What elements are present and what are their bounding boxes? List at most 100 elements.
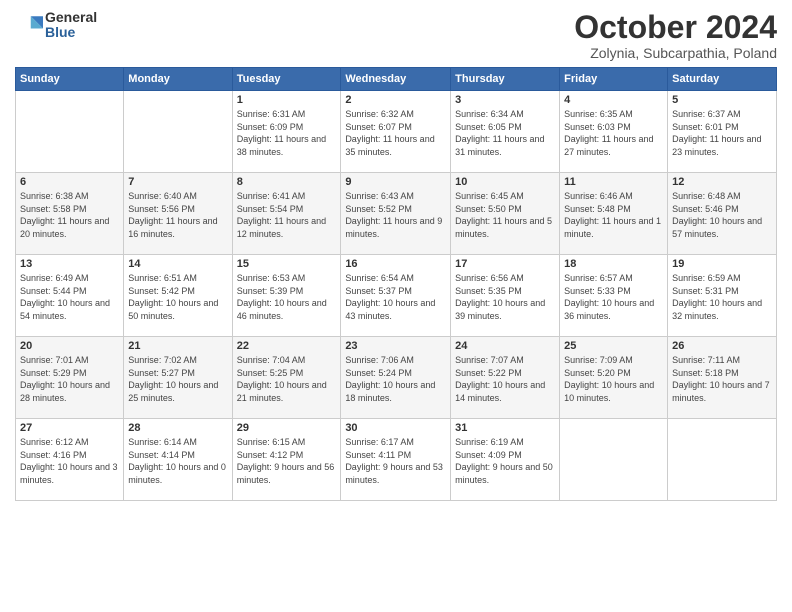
calendar-cell: 2 Sunrise: 6:32 AM Sunset: 6:07 PM Daylig… [341, 91, 451, 173]
calendar-cell: 6Sunrise: 6:38 AM Sunset: 5:58 PM Daylig… [16, 173, 124, 255]
cell-date: 9 [345, 176, 446, 188]
calendar-cell [124, 91, 232, 173]
month-title: October 2024 [574, 10, 777, 45]
header-wednesday: Wednesday [341, 68, 451, 91]
header-tuesday: Tuesday [232, 68, 341, 91]
cell-date: 27 [20, 422, 119, 434]
calendar-cell: 8 Sunrise: 6:41 AM Sunset: 5:54 PM Daylig… [232, 173, 341, 255]
cell-date: 6 [20, 176, 119, 188]
cell-info: Sunrise: 7:11 AM Sunset: 5:18 PM Dayligh… [672, 354, 772, 404]
cell-date: 12 [672, 176, 772, 188]
cell-info: Sunrise: 6:57 AM Sunset: 5:33 PM Dayligh… [564, 272, 663, 322]
cell-info: Sunrise: 7:04 AM Sunset: 5:25 PM Dayligh… [237, 354, 337, 404]
cell-date: 23 [345, 340, 446, 352]
cell-date: 16 [345, 258, 446, 270]
logo-general-text: General [45, 10, 97, 25]
calendar-cell: 30Sunrise: 6:17 AM Sunset: 4:11 PM Dayli… [341, 419, 451, 501]
cell-info: Sunrise: 6:48 AM Sunset: 5:46 PM Dayligh… [672, 190, 772, 240]
calendar-cell: 14 Sunrise: 6:51 AM Sunset: 5:42 PM Dayli… [124, 255, 232, 337]
cell-date: 8 [237, 176, 337, 188]
cell-info: Sunrise: 6:49 AM Sunset: 5:44 PM Dayligh… [20, 272, 119, 322]
calendar-week-1: 1 Sunrise: 6:31 AM Sunset: 6:09 PM Daylig… [16, 91, 777, 173]
cell-info: Sunrise: 6:45 AM Sunset: 5:50 PM Dayligh… [455, 190, 555, 240]
header-sunday: Sunday [16, 68, 124, 91]
cell-date: 4 [564, 94, 663, 106]
calendar-header-row: Sunday Monday Tuesday Wednesday Thursday… [16, 68, 777, 91]
calendar-cell: 15Sunrise: 6:53 AM Sunset: 5:39 PM Dayli… [232, 255, 341, 337]
cell-info: Sunrise: 6:56 AM Sunset: 5:35 PM Dayligh… [455, 272, 555, 322]
cell-info: Sunrise: 6:41 AM Sunset: 5:54 PM Dayligh… [237, 190, 337, 240]
calendar-cell: 13 Sunrise: 6:49 AM Sunset: 5:44 PM Dayli… [16, 255, 124, 337]
calendar-cell: 22 Sunrise: 7:04 AM Sunset: 5:25 PM Dayli… [232, 337, 341, 419]
calendar-cell: 28 Sunrise: 6:14 AM Sunset: 4:14 PM Dayli… [124, 419, 232, 501]
calendar-cell [16, 91, 124, 173]
cell-date: 24 [455, 340, 555, 352]
calendar-cell: 24Sunrise: 7:07 AM Sunset: 5:22 PM Dayli… [451, 337, 560, 419]
cell-date: 7 [128, 176, 227, 188]
cell-info: Sunrise: 6:43 AM Sunset: 5:52 PM Dayligh… [345, 190, 446, 240]
location-subtitle: Zolynia, Subcarpathia, Poland [574, 45, 777, 61]
cell-info: Sunrise: 6:32 AM Sunset: 6:07 PM Dayligh… [345, 108, 446, 158]
cell-info: Sunrise: 7:06 AM Sunset: 5:24 PM Dayligh… [345, 354, 446, 404]
calendar-cell: 29Sunrise: 6:15 AM Sunset: 4:12 PM Dayli… [232, 419, 341, 501]
calendar-cell [668, 419, 777, 501]
logo-icon [15, 11, 43, 39]
cell-date: 3 [455, 94, 555, 106]
cell-date: 19 [672, 258, 772, 270]
cell-date: 2 [345, 94, 446, 106]
calendar-cell: 27 Sunrise: 6:12 AM Sunset: 4:16 PM Dayli… [16, 419, 124, 501]
cell-date: 26 [672, 340, 772, 352]
cell-date: 31 [455, 422, 555, 434]
calendar-cell [560, 419, 668, 501]
calendar-table: Sunday Monday Tuesday Wednesday Thursday… [15, 67, 777, 501]
cell-info: Sunrise: 6:54 AM Sunset: 5:37 PM Dayligh… [345, 272, 446, 322]
cell-info: Sunrise: 7:09 AM Sunset: 5:20 PM Dayligh… [564, 354, 663, 404]
cell-date: 28 [128, 422, 227, 434]
calendar-cell: 17Sunrise: 6:56 AM Sunset: 5:35 PM Dayli… [451, 255, 560, 337]
cell-date: 13 [20, 258, 119, 270]
calendar-cell: 9 Sunrise: 6:43 AM Sunset: 5:52 PM Daylig… [341, 173, 451, 255]
cell-info: Sunrise: 7:01 AM Sunset: 5:29 PM Dayligh… [20, 354, 119, 404]
header-monday: Monday [124, 68, 232, 91]
calendar-cell: 21 Sunrise: 7:02 AM Sunset: 5:27 PM Dayli… [124, 337, 232, 419]
cell-info: Sunrise: 6:46 AM Sunset: 5:48 PM Dayligh… [564, 190, 663, 240]
cell-info: Sunrise: 6:37 AM Sunset: 6:01 PM Dayligh… [672, 108, 772, 158]
cell-date: 18 [564, 258, 663, 270]
cell-info: Sunrise: 6:14 AM Sunset: 4:14 PM Dayligh… [128, 436, 227, 486]
cell-info: Sunrise: 6:40 AM Sunset: 5:56 PM Dayligh… [128, 190, 227, 240]
cell-date: 1 [237, 94, 337, 106]
header-friday: Friday [560, 68, 668, 91]
cell-info: Sunrise: 6:12 AM Sunset: 4:16 PM Dayligh… [20, 436, 119, 486]
calendar-cell: 11Sunrise: 6:46 AM Sunset: 5:48 PM Dayli… [560, 173, 668, 255]
calendar-cell: 19 Sunrise: 6:59 AM Sunset: 5:31 PM Dayli… [668, 255, 777, 337]
cell-date: 5 [672, 94, 772, 106]
cell-date: 14 [128, 258, 227, 270]
cell-info: Sunrise: 6:51 AM Sunset: 5:42 PM Dayligh… [128, 272, 227, 322]
calendar-cell: 3 Sunrise: 6:34 AM Sunset: 6:05 PM Daylig… [451, 91, 560, 173]
cell-info: Sunrise: 6:31 AM Sunset: 6:09 PM Dayligh… [237, 108, 337, 158]
calendar-cell: 26 Sunrise: 7:11 AM Sunset: 5:18 PM Dayli… [668, 337, 777, 419]
page-header: General Blue October 2024 Zolynia, Subca… [15, 10, 777, 61]
cell-date: 25 [564, 340, 663, 352]
calendar-cell: 5 Sunrise: 6:37 AM Sunset: 6:01 PM Daylig… [668, 91, 777, 173]
calendar-cell: 1 Sunrise: 6:31 AM Sunset: 6:09 PM Daylig… [232, 91, 341, 173]
calendar-cell: 20Sunrise: 7:01 AM Sunset: 5:29 PM Dayli… [16, 337, 124, 419]
calendar-cell: 12 Sunrise: 6:48 AM Sunset: 5:46 PM Dayli… [668, 173, 777, 255]
calendar-cell: 31 Sunrise: 6:19 AM Sunset: 4:09 PM Dayli… [451, 419, 560, 501]
calendar-cell: 23 Sunrise: 7:06 AM Sunset: 5:24 PM Dayli… [341, 337, 451, 419]
calendar-week-5: 27 Sunrise: 6:12 AM Sunset: 4:16 PM Dayli… [16, 419, 777, 501]
cell-date: 21 [128, 340, 227, 352]
cell-info: Sunrise: 6:19 AM Sunset: 4:09 PM Dayligh… [455, 436, 555, 486]
cell-info: Sunrise: 6:34 AM Sunset: 6:05 PM Dayligh… [455, 108, 555, 158]
calendar-cell: 16 Sunrise: 6:54 AM Sunset: 5:37 PM Dayli… [341, 255, 451, 337]
cell-date: 29 [237, 422, 337, 434]
cell-info: Sunrise: 7:02 AM Sunset: 5:27 PM Dayligh… [128, 354, 227, 404]
calendar-cell: 4Sunrise: 6:35 AM Sunset: 6:03 PM Daylig… [560, 91, 668, 173]
calendar-cell: 25 Sunrise: 7:09 AM Sunset: 5:20 PM Dayli… [560, 337, 668, 419]
header-saturday: Saturday [668, 68, 777, 91]
logo-blue-text: Blue [45, 25, 97, 40]
cell-date: 22 [237, 340, 337, 352]
cell-date: 10 [455, 176, 555, 188]
cell-info: Sunrise: 6:59 AM Sunset: 5:31 PM Dayligh… [672, 272, 772, 322]
header-thursday: Thursday [451, 68, 560, 91]
